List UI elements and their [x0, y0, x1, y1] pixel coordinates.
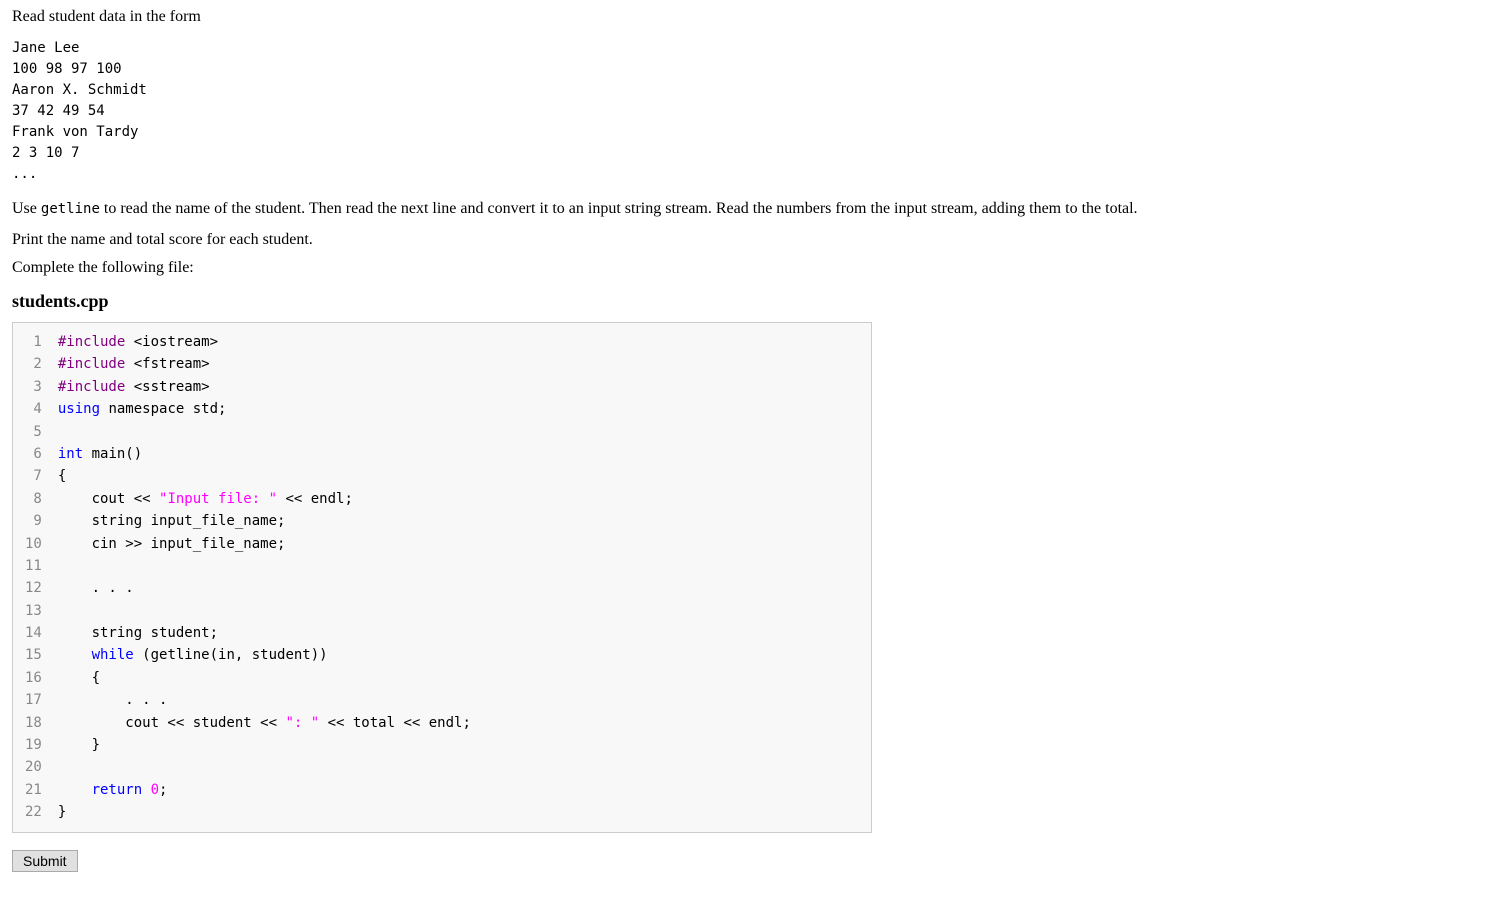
line-num: 20	[13, 756, 58, 778]
table-row: 21 return 0;	[13, 779, 511, 801]
line-code: return 0;	[58, 779, 511, 801]
table-row: 11	[13, 555, 511, 577]
line-num: 12	[13, 577, 58, 599]
line-num: 16	[13, 667, 58, 689]
line-code: #include <iostream>	[58, 331, 511, 353]
line-num: 17	[13, 689, 58, 711]
code-table: 1 #include <iostream> 2 #include <fstrea…	[13, 331, 511, 824]
description: Use getline to read the name of the stud…	[12, 197, 1488, 221]
table-row: 15 while (getline(in, student))	[13, 644, 511, 666]
table-row: 13	[13, 600, 511, 622]
line-code: string input_file_name;	[58, 510, 511, 532]
line-num: 2	[13, 353, 58, 375]
table-row: 4 using namespace std;	[13, 398, 511, 420]
line-num: 15	[13, 644, 58, 666]
table-row: 14 string student;	[13, 622, 511, 644]
line-code: cout << student << ": " << total << endl…	[58, 712, 511, 734]
line-code	[58, 555, 511, 577]
line-num: 6	[13, 443, 58, 465]
table-row: 5	[13, 421, 511, 443]
line-num: 10	[13, 533, 58, 555]
code-container: 1 #include <iostream> 2 #include <fstrea…	[12, 322, 872, 833]
line-code: int main()	[58, 443, 511, 465]
line-num: 18	[13, 712, 58, 734]
line-num: 9	[13, 510, 58, 532]
file-title: students.cpp	[12, 291, 1488, 312]
line-num: 8	[13, 488, 58, 510]
line-num: 13	[13, 600, 58, 622]
line-code: cin >> input_file_name;	[58, 533, 511, 555]
line-code: {	[58, 667, 511, 689]
line-num: 3	[13, 376, 58, 398]
page-title: Read student data in the form	[12, 8, 1488, 26]
print-note: Print the name and total score for each …	[12, 231, 1488, 249]
data-line-7: ...	[12, 164, 1488, 185]
data-block: Jane Lee 100 98 97 100 Aaron X. Schmidt …	[12, 38, 1488, 185]
submit-button[interactable]: Submit	[12, 850, 78, 872]
table-row: 10 cin >> input_file_name;	[13, 533, 511, 555]
table-row: 22 }	[13, 801, 511, 823]
line-code	[58, 600, 511, 622]
table-row: 8 cout << "Input file: " << endl;	[13, 488, 511, 510]
line-num: 5	[13, 421, 58, 443]
line-code: }	[58, 801, 511, 823]
line-code: . . .	[58, 689, 511, 711]
table-row: 16 {	[13, 667, 511, 689]
getline-code: getline	[41, 201, 100, 217]
line-num: 1	[13, 331, 58, 353]
table-row: 18 cout << student << ": " << total << e…	[13, 712, 511, 734]
line-num: 14	[13, 622, 58, 644]
line-code: cout << "Input file: " << endl;	[58, 488, 511, 510]
line-code	[58, 421, 511, 443]
line-code	[58, 756, 511, 778]
table-row: 17 . . .	[13, 689, 511, 711]
data-line-1: Jane Lee	[12, 38, 1488, 59]
line-code: #include <fstream>	[58, 353, 511, 375]
line-num: 7	[13, 465, 58, 487]
table-row: 20	[13, 756, 511, 778]
table-row: 3 #include <sstream>	[13, 376, 511, 398]
data-line-6: 2 3 10 7	[12, 143, 1488, 164]
line-code: while (getline(in, student))	[58, 644, 511, 666]
table-row: 6 int main()	[13, 443, 511, 465]
data-line-2: 100 98 97 100	[12, 59, 1488, 80]
line-code: }	[58, 734, 511, 756]
table-row: 9 string input_file_name;	[13, 510, 511, 532]
complete-note: Complete the following file:	[12, 259, 1488, 277]
table-row: 2 #include <fstream>	[13, 353, 511, 375]
data-line-3: Aaron X. Schmidt	[12, 80, 1488, 101]
line-num: 21	[13, 779, 58, 801]
line-num: 22	[13, 801, 58, 823]
table-row: 19 }	[13, 734, 511, 756]
line-num: 19	[13, 734, 58, 756]
data-line-5: Frank von Tardy	[12, 122, 1488, 143]
line-code: #include <sstream>	[58, 376, 511, 398]
line-code: . . .	[58, 577, 511, 599]
table-row: 12 . . .	[13, 577, 511, 599]
data-line-4: 37 42 49 54	[12, 101, 1488, 122]
line-code: {	[58, 465, 511, 487]
line-num: 11	[13, 555, 58, 577]
line-num: 4	[13, 398, 58, 420]
table-row: 1 #include <iostream>	[13, 331, 511, 353]
line-code: string student;	[58, 622, 511, 644]
line-code: using namespace std;	[58, 398, 511, 420]
table-row: 7 {	[13, 465, 511, 487]
